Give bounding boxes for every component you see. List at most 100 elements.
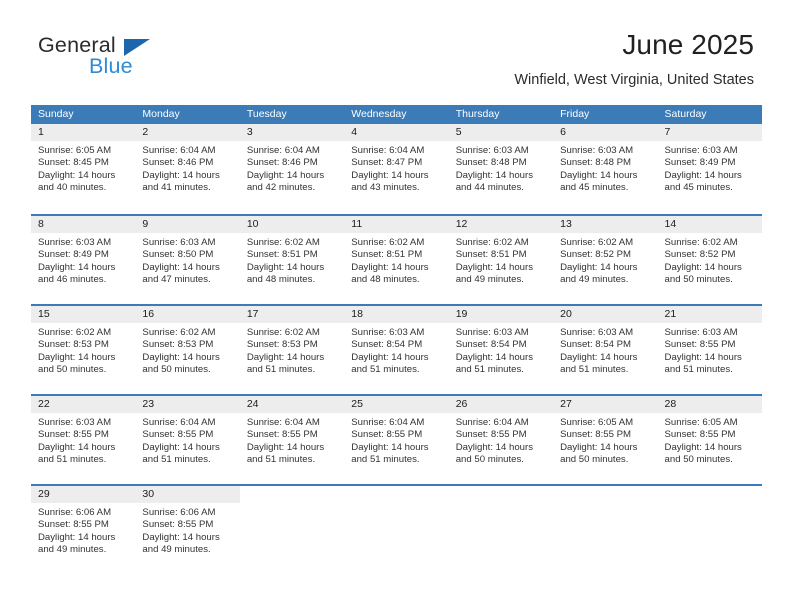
day-cell[interactable]: 2 Sunrise: 6:04 AM Sunset: 8:46 PM Dayli… (135, 124, 240, 214)
day-cell[interactable]: 4 Sunrise: 6:04 AM Sunset: 8:47 PM Dayli… (344, 124, 449, 214)
day-number: 22 (31, 396, 136, 413)
day-cell[interactable]: 7 Sunrise: 6:03 AM Sunset: 8:49 PM Dayli… (657, 124, 762, 214)
day-cell[interactable]: 23 Sunrise: 6:04 AM Sunset: 8:55 PM Dayl… (135, 396, 240, 484)
day-details: Sunrise: 6:05 AM Sunset: 8:45 PM Dayligh… (31, 141, 135, 195)
daylight-text: Daylight: 14 hours and 50 minutes. (664, 441, 742, 466)
sunset-text: Sunset: 8:51 PM (351, 249, 423, 261)
sunrise-text: Sunrise: 6:03 AM (455, 145, 529, 156)
day-cell[interactable]: 9 Sunrise: 6:03 AM Sunset: 8:50 PM Dayli… (135, 216, 240, 304)
daylight-text: Daylight: 14 hours and 51 minutes. (142, 441, 220, 466)
day-cell[interactable]: 8 Sunrise: 6:03 AM Sunset: 8:49 PM Dayli… (31, 216, 136, 304)
day-cell[interactable]: 21 Sunrise: 6:03 AM Sunset: 8:55 PM Dayl… (657, 306, 762, 394)
page-subtitle: Winfield, West Virginia, United States (514, 72, 754, 88)
daylight-text: Daylight: 14 hours and 50 minutes. (560, 441, 638, 466)
day-details: Sunrise: 6:05 AM Sunset: 8:55 PM Dayligh… (658, 413, 762, 467)
day-details: Sunrise: 6:04 AM Sunset: 8:55 PM Dayligh… (135, 413, 239, 467)
day-cell[interactable]: 3 Sunrise: 6:04 AM Sunset: 8:46 PM Dayli… (239, 124, 345, 214)
sunset-text: Sunset: 8:52 PM (560, 249, 632, 261)
day-number: 5 (448, 124, 554, 141)
sunrise-text: Sunrise: 6:05 AM (38, 145, 112, 156)
day-cell[interactable]: 24 Sunrise: 6:04 AM Sunset: 8:55 PM Dayl… (239, 396, 345, 484)
day-number: 24 (239, 396, 345, 413)
day-details: Sunrise: 6:04 AM Sunset: 8:47 PM Dayligh… (344, 141, 448, 195)
day-cell[interactable]: 30 Sunrise: 6:06 AM Sunset: 8:55 PM Dayl… (135, 486, 240, 574)
daylight-text: Daylight: 14 hours and 51 minutes. (560, 351, 638, 376)
sunrise-text: Sunrise: 6:05 AM (664, 417, 738, 428)
day-cell[interactable]: 17 Sunrise: 6:02 AM Sunset: 8:53 PM Dayl… (239, 306, 345, 394)
day-number: 10 (239, 216, 345, 233)
day-cell[interactable]: 25 Sunrise: 6:04 AM Sunset: 8:55 PM Dayl… (344, 396, 449, 484)
day-details: Sunrise: 6:03 AM Sunset: 8:54 PM Dayligh… (449, 323, 553, 377)
day-details: Sunrise: 6:02 AM Sunset: 8:52 PM Dayligh… (553, 233, 657, 287)
day-cell[interactable]: 13 Sunrise: 6:02 AM Sunset: 8:52 PM Dayl… (553, 216, 658, 304)
day-number: 9 (135, 216, 240, 233)
day-number: 26 (448, 396, 554, 413)
day-details: Sunrise: 6:04 AM Sunset: 8:55 PM Dayligh… (449, 413, 553, 467)
sunset-text: Sunset: 8:55 PM (664, 429, 736, 441)
day-cell[interactable]: 6 Sunrise: 6:03 AM Sunset: 8:48 PM Dayli… (553, 124, 658, 214)
sunrise-text: Sunrise: 6:03 AM (664, 327, 738, 338)
day-cell[interactable]: 15 Sunrise: 6:02 AM Sunset: 8:53 PM Dayl… (31, 306, 136, 394)
day-cell[interactable]: 20 Sunrise: 6:03 AM Sunset: 8:54 PM Dayl… (553, 306, 658, 394)
day-number (344, 486, 449, 503)
sunrise-text: Sunrise: 6:02 AM (664, 237, 738, 248)
day-details: Sunrise: 6:03 AM Sunset: 8:49 PM Dayligh… (658, 141, 762, 195)
daylight-text: Daylight: 14 hours and 51 minutes. (455, 351, 534, 376)
day-number: 18 (344, 306, 449, 323)
daylight-text: Daylight: 14 hours and 50 minutes. (664, 261, 742, 286)
day-number: 3 (239, 124, 345, 141)
day-cell[interactable]: 14 Sunrise: 6:02 AM Sunset: 8:52 PM Dayl… (657, 216, 762, 304)
general-blue-logo[interactable]: General Blue (38, 33, 238, 85)
day-number: 23 (135, 396, 240, 413)
day-cell[interactable]: 5 Sunrise: 6:03 AM Sunset: 8:48 PM Dayli… (448, 124, 554, 214)
day-details: Sunrise: 6:02 AM Sunset: 8:51 PM Dayligh… (240, 233, 344, 287)
sunrise-text: Sunrise: 6:02 AM (246, 327, 320, 338)
day-cell[interactable]: 10 Sunrise: 6:02 AM Sunset: 8:51 PM Dayl… (239, 216, 345, 304)
sunset-text: Sunset: 8:50 PM (142, 249, 214, 261)
sunset-text: Sunset: 8:53 PM (246, 339, 318, 351)
day-cell[interactable]: 22 Sunrise: 6:03 AM Sunset: 8:55 PM Dayl… (31, 396, 136, 484)
week-row: 1 Sunrise: 6:05 AM Sunset: 8:45 PM Dayli… (31, 124, 762, 214)
sunrise-text: Sunrise: 6:04 AM (455, 417, 529, 428)
sunset-text: Sunset: 8:51 PM (246, 249, 318, 261)
day-cell[interactable]: 19 Sunrise: 6:03 AM Sunset: 8:54 PM Dayl… (448, 306, 554, 394)
day-details: Sunrise: 6:02 AM Sunset: 8:53 PM Dayligh… (31, 323, 135, 377)
day-cell[interactable]: 16 Sunrise: 6:02 AM Sunset: 8:53 PM Dayl… (135, 306, 240, 394)
page-header: General Blue June 2025 Winfield, West Vi… (0, 0, 792, 88)
day-details: Sunrise: 6:04 AM Sunset: 8:46 PM Dayligh… (135, 141, 239, 195)
day-number: 6 (553, 124, 658, 141)
sunset-text: Sunset: 8:55 PM (38, 519, 109, 531)
sunrise-text: Sunrise: 6:03 AM (560, 327, 634, 338)
daylight-text: Daylight: 14 hours and 42 minutes. (246, 169, 325, 194)
sunset-text: Sunset: 8:55 PM (664, 339, 736, 351)
day-details: Sunrise: 6:03 AM Sunset: 8:48 PM Dayligh… (449, 141, 553, 195)
sunset-text: Sunset: 8:52 PM (664, 249, 736, 261)
sunrise-text: Sunrise: 6:03 AM (142, 237, 216, 248)
day-number: 14 (657, 216, 762, 233)
sunset-text: Sunset: 8:48 PM (455, 157, 527, 169)
day-cell[interactable]: 28 Sunrise: 6:05 AM Sunset: 8:55 PM Dayl… (657, 396, 762, 484)
day-cell[interactable]: 18 Sunrise: 6:03 AM Sunset: 8:54 PM Dayl… (344, 306, 449, 394)
sunrise-text: Sunrise: 6:03 AM (455, 327, 529, 338)
day-cell[interactable]: 29 Sunrise: 6:06 AM Sunset: 8:55 PM Dayl… (31, 486, 136, 574)
day-cell[interactable]: 11 Sunrise: 6:02 AM Sunset: 8:51 PM Dayl… (344, 216, 449, 304)
sunset-text: Sunset: 8:53 PM (142, 339, 214, 351)
sunset-text: Sunset: 8:49 PM (38, 249, 109, 261)
sunrise-text: Sunrise: 6:04 AM (351, 417, 425, 428)
daylight-text: Daylight: 14 hours and 48 minutes. (351, 261, 429, 286)
sunset-text: Sunset: 8:49 PM (664, 157, 736, 169)
day-cell[interactable]: 26 Sunrise: 6:04 AM Sunset: 8:55 PM Dayl… (448, 396, 554, 484)
daylight-text: Daylight: 14 hours and 47 minutes. (142, 261, 220, 286)
day-details: Sunrise: 6:03 AM Sunset: 8:54 PM Dayligh… (553, 323, 657, 377)
daylight-text: Daylight: 14 hours and 46 minutes. (38, 261, 116, 286)
day-cell[interactable]: 12 Sunrise: 6:02 AM Sunset: 8:51 PM Dayl… (448, 216, 554, 304)
sunrise-text: Sunrise: 6:02 AM (455, 237, 529, 248)
day-cell-empty (657, 486, 762, 574)
daylight-text: Daylight: 14 hours and 51 minutes. (246, 351, 325, 376)
day-cell[interactable]: 27 Sunrise: 6:05 AM Sunset: 8:55 PM Dayl… (553, 396, 658, 484)
sunset-text: Sunset: 8:53 PM (38, 339, 109, 351)
daylight-text: Daylight: 14 hours and 49 minutes. (38, 531, 116, 556)
day-details: Sunrise: 6:03 AM Sunset: 8:50 PM Dayligh… (135, 233, 239, 287)
day-cell[interactable]: 1 Sunrise: 6:05 AM Sunset: 8:45 PM Dayli… (31, 124, 136, 214)
daylight-text: Daylight: 14 hours and 51 minutes. (351, 351, 429, 376)
